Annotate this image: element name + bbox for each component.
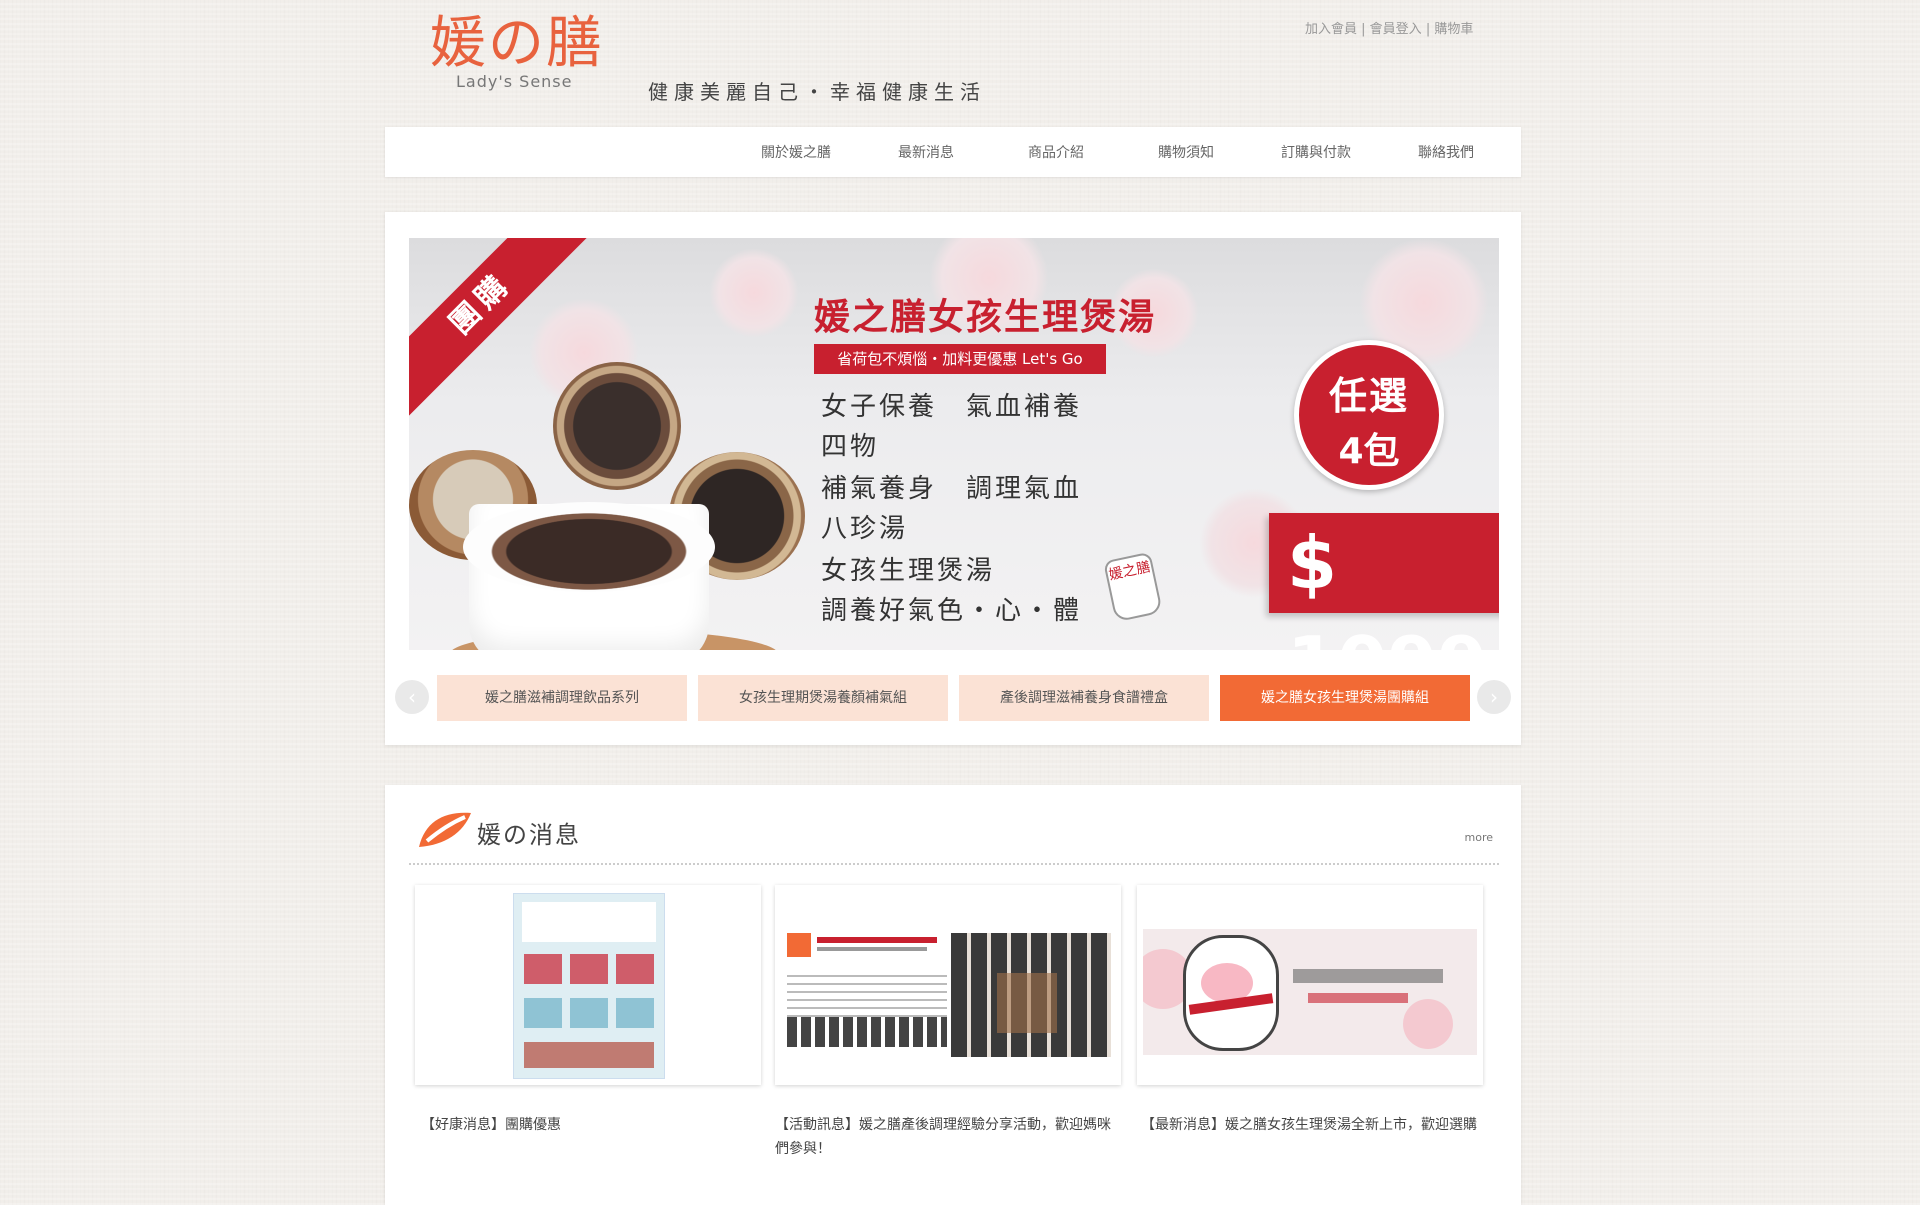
slider-tab-active[interactable]: 媛之膳女孩生理煲湯團購組 (1220, 675, 1470, 721)
top-link-register[interactable]: 加入會員 (1305, 22, 1357, 37)
nav-item-products[interactable]: 商品介紹 (991, 142, 1121, 162)
blossom-decoration (709, 248, 799, 338)
banner-feature: 調養好氣色・心・體 (821, 596, 1083, 626)
hero-banner[interactable]: 團購 媛之膳女孩生理煲湯 省荷包不煩惱・加料更優惠 Let's Go 女子保養 … (409, 238, 1499, 650)
nav-item-news[interactable]: 最新消息 (861, 142, 991, 162)
nav-item-shopping-info[interactable]: 購物須知 (1121, 142, 1251, 162)
news-card-caption[interactable]: 【最新消息】媛之膳女孩生理煲湯全新上市，歡迎選購 (1141, 1113, 1481, 1137)
banner-feature: 四物 (821, 432, 880, 462)
top-link-cart[interactable]: 購物車 (1434, 22, 1473, 37)
news-thumbnail (513, 893, 665, 1079)
news-panel: 媛の消息 more 【好康消息】團購優惠 【活動訊息】媛之膳產後調理經驗分享活動… (385, 785, 1521, 1205)
section-divider (409, 863, 1499, 865)
news-card-caption[interactable]: 【活動訊息】媛之膳產後調理經驗分享活動，歡迎媽咪們參與！ (775, 1113, 1115, 1161)
slider-tab[interactable]: 媛之膳滋補調理飲品系列 (437, 675, 687, 721)
news-more-link[interactable]: more (1465, 831, 1494, 844)
nav-item-about[interactable]: 關於媛之膳 (731, 142, 861, 162)
soup-cup-top-image (463, 502, 715, 592)
badge-line1: 任選 (1328, 374, 1409, 418)
site-logo[interactable]: 媛の膳 Lady's Sense (430, 14, 610, 104)
brand-stamp: 媛之膳 (1103, 551, 1163, 623)
banner-feature: 補氣養身 調理氣血 (821, 474, 1083, 504)
banner-feature: 女子保養 氣血補養 (821, 392, 1083, 422)
slider-next-button[interactable]: › (1477, 680, 1511, 714)
banner-subtitle: 省荷包不煩惱・加料更優惠 Let's Go (814, 344, 1106, 374)
news-card[interactable] (1137, 885, 1483, 1085)
banner-feature: 女孩生理煲湯 (821, 556, 996, 586)
badge-line2: 4包 (1338, 431, 1400, 472)
choose-any-badge: 任選 4包 (1294, 340, 1444, 490)
top-link-login[interactable]: 會員登入 (1370, 22, 1422, 37)
news-thumbnail (1143, 929, 1477, 1055)
banner-panel: 團購 媛之膳女孩生理煲湯 省荷包不煩惱・加料更優惠 Let's Go 女子保養 … (385, 212, 1521, 745)
nav-item-ordering[interactable]: 訂購與付款 (1251, 142, 1381, 162)
logo-text: 媛の膳 (430, 11, 604, 76)
news-thumbnail (787, 933, 1111, 1057)
nav-item-contact[interactable]: 聯絡我們 (1381, 142, 1511, 162)
news-section-title: 媛の消息 (477, 821, 581, 849)
news-card-caption[interactable]: 【好康消息】團購優惠 (421, 1113, 761, 1137)
leaf-icon (419, 812, 471, 847)
slider-tab[interactable]: 女孩生理期煲湯養顏補氣組 (698, 675, 948, 721)
site-slogan: 健康美麗自己・幸福健康生活 (648, 80, 986, 104)
slider-tab[interactable]: 產後調理滋補養身食譜禮盒 (959, 675, 1209, 721)
slider-prev-button[interactable]: ‹ (395, 680, 429, 714)
news-card[interactable] (415, 885, 761, 1085)
soup-bowl-image (553, 362, 681, 490)
main-nav: 關於媛之膳 最新消息 商品介紹 購物須知 訂購與付款 聯絡我們 (385, 127, 1521, 177)
news-card[interactable] (775, 885, 1121, 1085)
banner-title: 媛之膳女孩生理煲湯 (814, 297, 1157, 338)
price-tag: $ 1099 (1269, 513, 1499, 650)
top-links: 加入會員 | 會員登入 | 購物車 (1305, 22, 1474, 37)
banner-feature: 八珍湯 (821, 514, 909, 544)
